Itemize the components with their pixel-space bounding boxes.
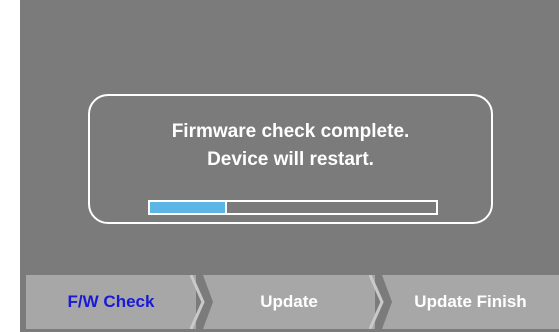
- status-message-line1: Firmware check complete.: [171, 121, 410, 142]
- step-indicator: F/W Check Update Update Finish: [26, 275, 559, 329]
- step-separator-chevron-icon: [368, 275, 384, 329]
- status-message: Firmware check complete. Device will res…: [90, 118, 491, 174]
- status-message-line2: Device will restart.: [207, 149, 374, 170]
- status-dialog: Firmware check complete. Device will res…: [88, 94, 493, 224]
- step-update: Update: [203, 275, 375, 329]
- step-fw-check-label: F/W Check: [67, 292, 155, 311]
- step-fw-check: F/W Check: [26, 275, 196, 329]
- step-update-finish-label: Update Finish: [414, 292, 527, 311]
- step-update-label: Update: [260, 292, 318, 311]
- progress-bar: [148, 200, 438, 215]
- step-separator-chevron-icon: [189, 275, 205, 329]
- device-screen: Firmware check complete. Device will res…: [20, 0, 559, 332]
- step-update-finish: Update Finish: [382, 275, 559, 329]
- progress-bar-fill: [150, 202, 228, 213]
